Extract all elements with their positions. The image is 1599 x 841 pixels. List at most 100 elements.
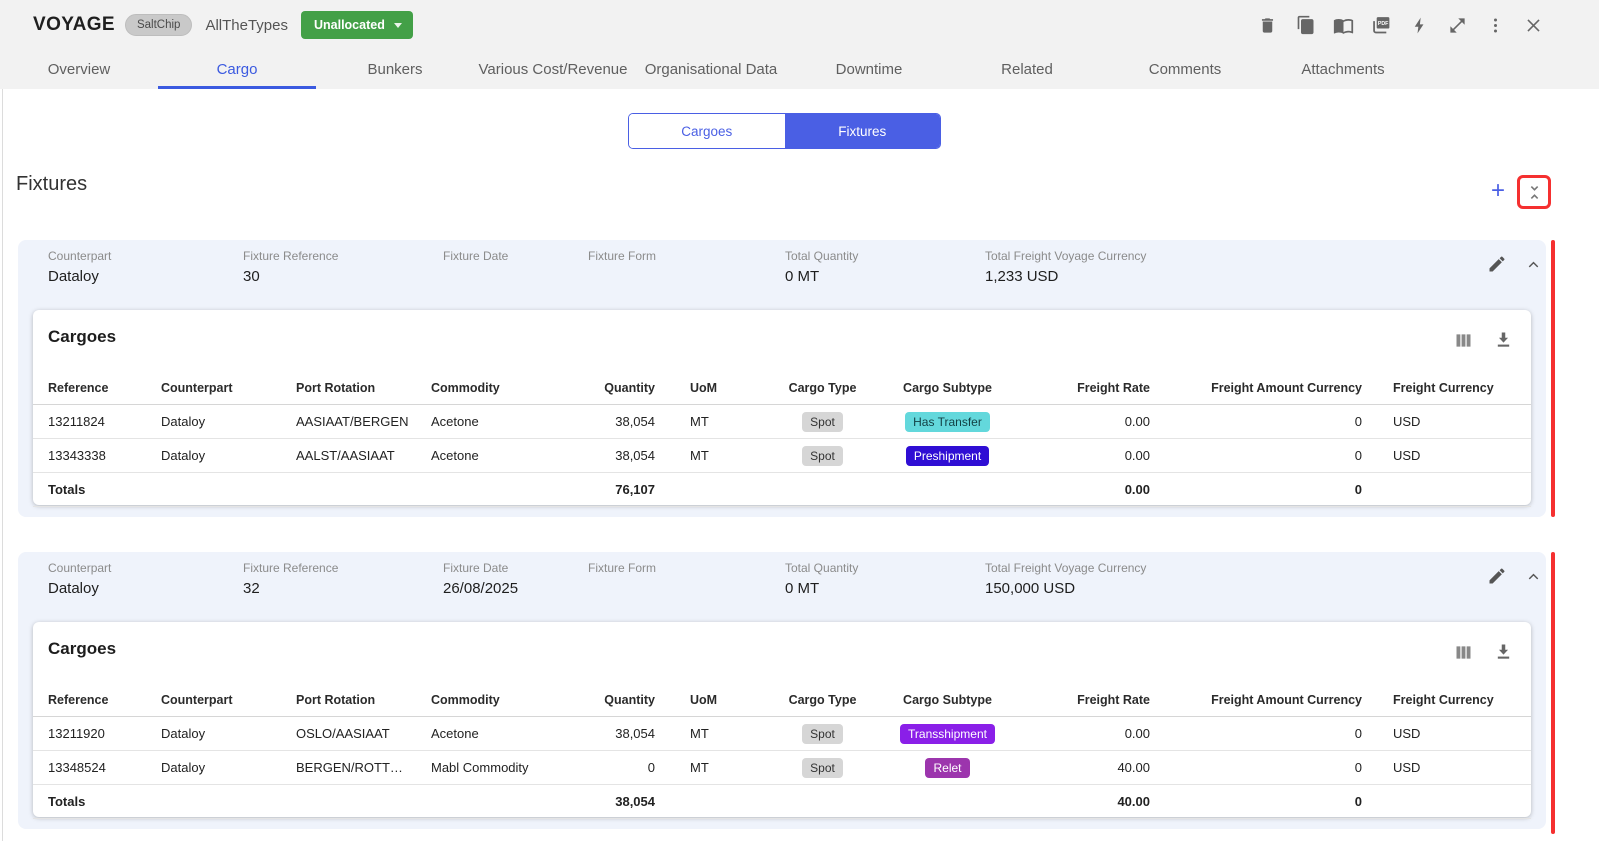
col-commodity: Commodity [430,684,565,717]
field-label: Total Quantity [785,249,858,263]
tab-downtime[interactable]: Downtime [790,50,948,89]
cell-commodity: Acetone [430,717,565,751]
unfold-less-icon [1525,183,1544,202]
tab-related[interactable]: Related [948,50,1106,89]
field-total-freight: Total Freight Voyage Currency 150,000 US… [985,561,1146,597]
pdf-export-icon[interactable]: PDF [1371,15,1392,36]
cargo-row[interactable]: 13343338DataloyAALST/AASIAATAcetone38,05… [33,439,1531,473]
cell-commodity: Acetone [430,405,565,439]
field-label: Counterpart [48,561,111,575]
cell-reference: 13343338 [33,439,160,473]
cell-cargo-type: Spot [770,439,875,473]
cell-quantity: 0 [565,751,670,785]
cargo-type-badge: Spot [802,412,843,432]
section-title: Fixtures [16,173,87,196]
tab-attachments[interactable]: Attachments [1264,50,1422,89]
compare-icon[interactable] [1333,15,1354,36]
field-value [588,268,656,285]
cell-port-rotation: OSLO/AASIAAT [295,717,430,751]
fixture-card: Counterpart Dataloy Fixture Reference 30… [18,240,1546,517]
tab-label: Overview [48,61,111,78]
cell-cargo-type: Spot [770,405,875,439]
chevron-down-icon [394,23,402,28]
cargoes-panel: Cargoes Reference Counterpart Port Rotat… [33,310,1531,505]
cell-cargo-subtype: Transshipment [875,717,1020,751]
cargo-table: Reference Counterpart Port Rotation Comm… [33,372,1531,507]
totals-label: Totals [33,785,160,819]
edit-icon[interactable] [1487,254,1507,274]
col-cargo-subtype: Cargo Subtype [875,684,1020,717]
highlight-line [1551,240,1555,517]
cell-freight-currency: USD [1377,751,1531,785]
cell-cargo-subtype: Relet [875,751,1020,785]
field-label: Total Freight Voyage Currency [985,249,1146,263]
tab-bunkers[interactable]: Bunkers [316,50,474,89]
chevron-up-icon[interactable] [1525,569,1542,586]
cargoes-panel: Cargoes Reference Counterpart Port Rotat… [33,622,1531,817]
col-port-rotation: Port Rotation [295,372,430,405]
tab-comments[interactable]: Comments [1106,50,1264,89]
cell-reference: 13211920 [33,717,160,751]
field-counterpart: Counterpart Dataloy [48,249,111,285]
delete-icon[interactable] [1257,15,1278,36]
cargo-table-body: 13211920DataloyOSLO/AASIAATAcetone38,054… [33,717,1531,785]
field-value: 150,000 USD [985,580,1146,597]
field-value [443,268,508,285]
totals-freight-rate: 0.00 [1020,473,1165,507]
totals-quantity: 38,054 [565,785,670,819]
columns-icon[interactable] [1453,642,1474,663]
field-label: Fixture Date [443,249,508,263]
cell-port-rotation: BERGEN/ROTT… [295,751,430,785]
close-icon[interactable] [1523,15,1544,36]
cell-uom: MT [670,751,770,785]
col-freight-rate: Freight Rate [1020,684,1165,717]
download-icon[interactable] [1493,329,1514,350]
download-icon[interactable] [1493,641,1514,662]
cargo-table-body: 13211824DataloyAASIAAT/BERGENAcetone38,0… [33,405,1531,473]
cell-quantity: 38,054 [565,405,670,439]
tab-organisational-data[interactable]: Organisational Data [632,50,790,89]
cargoes-title: Cargoes [48,327,116,347]
field-label: Fixture Reference [243,249,338,263]
cell-freight-currency: USD [1377,439,1531,473]
voyage-name: AllTheTypes [205,17,288,34]
field-total-quantity: Total Quantity 0 MT [785,561,858,597]
cargoes-title: Cargoes [48,639,116,659]
more-options-icon[interactable] [1485,15,1506,36]
cargo-row[interactable]: 13211824DataloyAASIAAT/BERGENAcetone38,0… [33,405,1531,439]
col-uom: UoM [670,372,770,405]
cell-freight-amount-currency: 0 [1165,439,1377,473]
cell-counterpart: Dataloy [160,405,295,439]
columns-icon[interactable] [1453,330,1474,351]
copy-icon[interactable] [1295,15,1316,36]
quick-actions-icon[interactable] [1409,15,1430,36]
chevron-up-icon[interactable] [1525,257,1542,274]
expand-icon[interactable] [1447,15,1468,36]
collapse-all-button[interactable] [1517,175,1551,209]
field-value: 26/08/2025 [443,580,518,597]
col-reference: Reference [33,372,160,405]
toggle-cargoes[interactable]: Cargoes [629,114,785,148]
cell-reference: 13348524 [33,751,160,785]
cell-uom: MT [670,439,770,473]
totals-quantity: 76,107 [565,473,670,507]
col-cargo-subtype: Cargo Subtype [875,372,1020,405]
tab-overview[interactable]: Overview [0,50,158,89]
field-total-quantity: Total Quantity 0 MT [785,249,858,285]
edit-icon[interactable] [1487,566,1507,586]
type-chip: SaltChip [125,14,192,36]
field-total-freight: Total Freight Voyage Currency 1,233 USD [985,249,1146,285]
tab-various-cost-revenue[interactable]: Various Cost/Revenue [474,50,632,89]
tab-cargo[interactable]: Cargo [158,50,316,89]
toggle-fixtures[interactable]: Fixtures [785,114,941,148]
cargo-row[interactable]: 13348524DataloyBERGEN/ROTT…Mabl Commodit… [33,751,1531,785]
field-fixture-date: Fixture Date 26/08/2025 [443,561,518,597]
cargo-subtype-badge: Has Transfer [905,412,990,432]
col-freight-rate: Freight Rate [1020,372,1165,405]
cell-counterpart: Dataloy [160,751,295,785]
status-dropdown-button[interactable]: Unallocated [301,11,413,39]
tab-label: Downtime [836,61,903,78]
col-reference: Reference [33,684,160,717]
cargo-row[interactable]: 13211920DataloyOSLO/AASIAATAcetone38,054… [33,717,1531,751]
add-fixture-icon[interactable]: + [1486,178,1510,204]
